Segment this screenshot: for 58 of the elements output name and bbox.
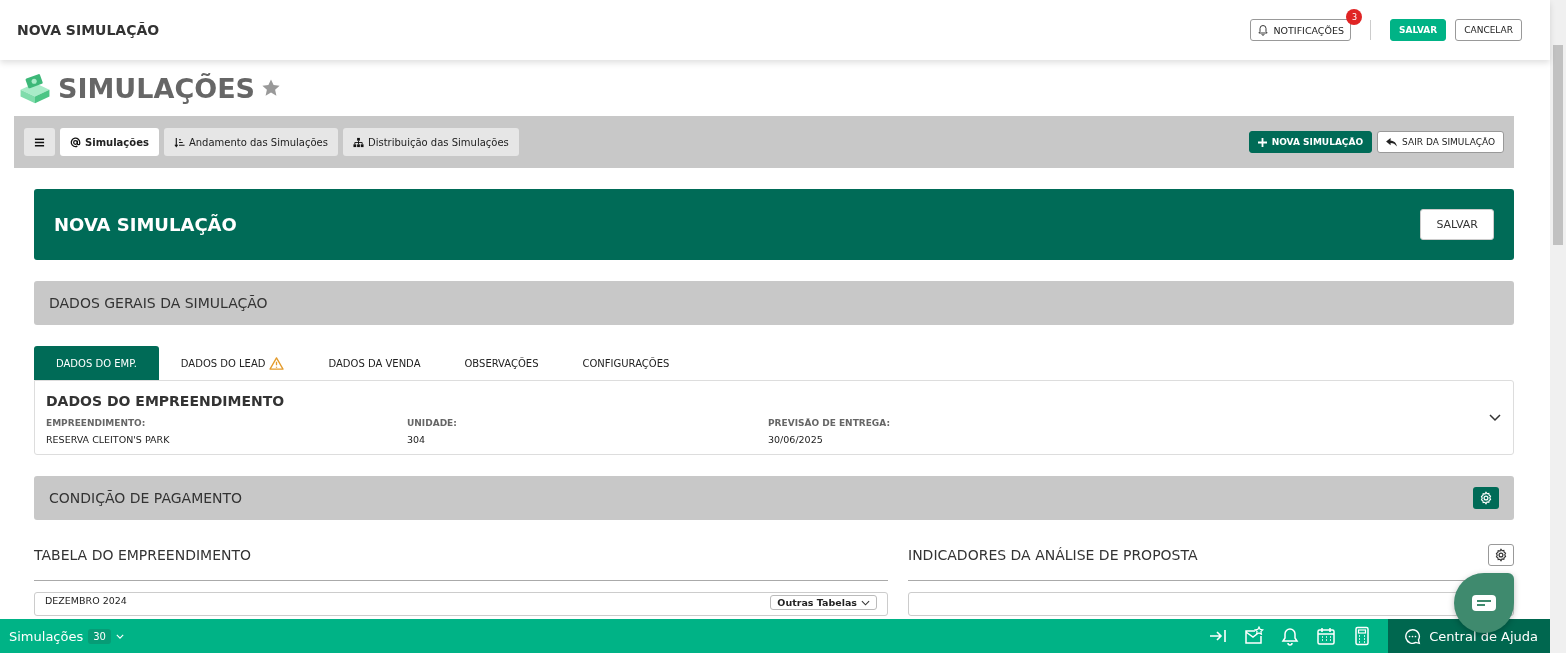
- toolbar-tab[interactable]: Simulações: [60, 128, 159, 156]
- count-badge: 30: [88, 628, 111, 644]
- header-button[interactable]: CANCELAR: [1455, 19, 1522, 41]
- bottom-bar-label: Simulações: [9, 628, 84, 644]
- tables-dropdown[interactable]: Outras Tabelas: [770, 595, 877, 610]
- section-title: DADOS GERAIS DA SIMULAÇÃO: [49, 295, 268, 311]
- reply-arrow-icon: [1386, 137, 1398, 147]
- tab[interactable]: CONFIGURAÇÕES: [560, 346, 692, 380]
- chevron-down-icon[interactable]: [115, 633, 124, 639]
- settings-button[interactable]: [1488, 544, 1514, 566]
- settings-icon: [1479, 491, 1493, 505]
- card-title: DADOS DO EMPREENDIMENTO: [46, 393, 285, 409]
- star-icon[interactable]: [261, 78, 282, 98]
- section-title: CONDIÇÃO DE PAGAMENTO: [49, 490, 243, 506]
- scrollbar[interactable]: [1550, 0, 1566, 653]
- help-center-button[interactable]: Central de Ajuda: [1388, 619, 1550, 653]
- chat-icon: [1472, 595, 1496, 611]
- tab[interactable]: DADOS DA VENDA: [306, 346, 443, 380]
- chevron-icon[interactable]: [1489, 414, 1501, 422]
- at-sign-icon: [70, 136, 81, 148]
- tab[interactable]: OBSERVAÇÕES: [442, 346, 561, 380]
- menu-button[interactable]: [24, 128, 55, 156]
- panel-title: TABELA DO EMPREENDIMENTO: [34, 547, 252, 563]
- field-value: RESERVA CLEITON'S PARK: [46, 434, 171, 445]
- settings-icon: [1494, 548, 1508, 562]
- chat-button[interactable]: [1454, 573, 1514, 633]
- page-title: SIMULAÇÕES: [58, 72, 256, 104]
- mail-star-icon[interactable]: [1244, 626, 1265, 646]
- tab[interactable]: DADOS DO EMP.: [34, 346, 159, 380]
- field-label: UNIDADE:: [407, 418, 458, 428]
- money-box-icon: [18, 72, 52, 104]
- menu-icon: [34, 136, 45, 148]
- field-value: 30/06/2025: [768, 434, 824, 445]
- save-button[interactable]: SALVAR: [1420, 209, 1494, 240]
- chat-bubble-icon: [1404, 627, 1422, 645]
- field-label: PREVISÃO DE ENTREGA:: [768, 418, 891, 428]
- warning-icon: [269, 356, 285, 370]
- plus-icon: [1257, 137, 1267, 147]
- toolbar-action-button[interactable]: NOVA SIMULAÇÃO: [1248, 131, 1373, 153]
- notifications-button[interactable]: NOTIFICAÇÕES: [1250, 19, 1351, 41]
- sort-icon: [173, 136, 185, 148]
- field-label: EMPREENDIMENTO:: [46, 418, 147, 428]
- toolbar-tab[interactable]: Distribuição das Simulações: [342, 128, 519, 156]
- chevron-down-icon: [861, 599, 870, 606]
- notification-count-badge: 3: [1346, 9, 1363, 25]
- calendar-icon[interactable]: [1316, 626, 1337, 646]
- field-value: 304: [407, 434, 427, 445]
- tab[interactable]: DADOS DO LEAD: [158, 346, 307, 380]
- table-name: DEZEMBRO 2024: [45, 595, 127, 606]
- banner-title: NOVA SIMULAÇÃO: [54, 214, 237, 235]
- hierarchy-icon: [352, 136, 364, 148]
- panel-title: INDICADORES DA ANÁLISE DE PROPOSTA: [908, 547, 1198, 563]
- bell-icon[interactable]: [1280, 626, 1301, 646]
- settings-button[interactable]: [1473, 487, 1499, 509]
- toolbar-action-button[interactable]: SAIR DA SIMULAÇÃO: [1377, 131, 1504, 153]
- page-header-title: NOVA SIMULAÇÃO: [17, 22, 160, 38]
- toolbar-tab[interactable]: Andamento das Simulações: [163, 128, 338, 156]
- bell-icon: [1257, 24, 1270, 36]
